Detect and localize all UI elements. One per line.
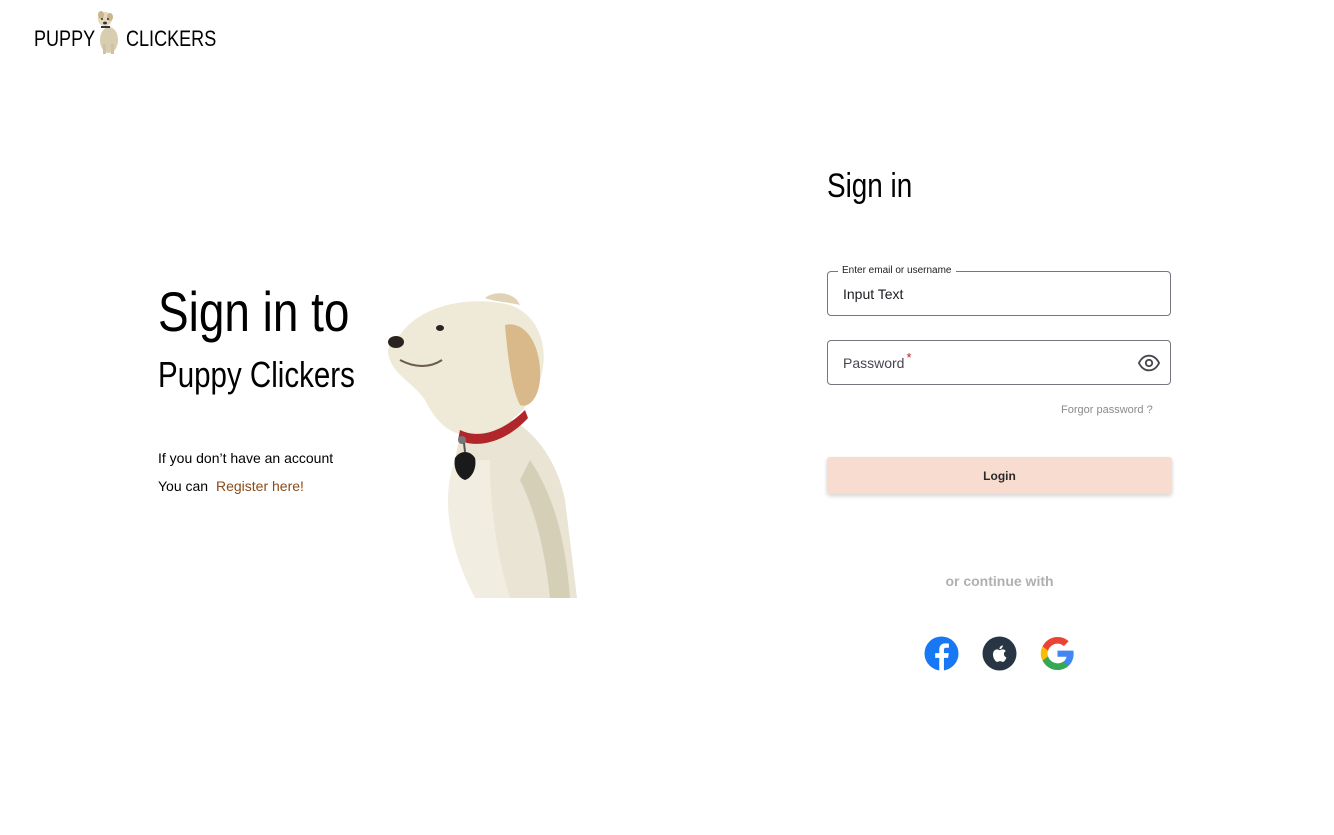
email-field-label: Enter email or username — [838, 265, 956, 277]
email-field[interactable]: Enter email or username Input Text — [827, 265, 1171, 316]
logo[interactable]: PUPPY CLICKERS — [34, 8, 226, 54]
facebook-icon[interactable] — [924, 636, 959, 671]
logo-word-puppy: PUPPY — [34, 26, 96, 51]
golden-retriever-puppy-image — [388, 293, 577, 598]
required-marker: * — [906, 350, 912, 365]
hero-subtitle: Puppy Clickers — [158, 354, 355, 395]
password-field-placeholder: Password * — [843, 350, 912, 373]
register-link[interactable]: Register here! — [216, 478, 304, 494]
form-title: Sign in — [827, 167, 913, 205]
password-placeholder-text: Password — [843, 355, 905, 371]
login-button[interactable]: Login — [827, 457, 1172, 494]
you-can-text: You can — [158, 478, 209, 494]
forgot-password-link[interactable]: Forgor password ? — [1061, 404, 1153, 416]
register-prompt: You can Register here! — [158, 477, 304, 495]
apple-icon[interactable] — [982, 636, 1017, 671]
hero-title: Sign in to — [158, 280, 350, 343]
google-icon[interactable] — [1040, 636, 1075, 671]
dog-icon — [98, 11, 118, 54]
logo-word-clickers: CLICKERS — [126, 26, 217, 51]
continue-with-text: or continue with — [945, 573, 1054, 589]
password-field[interactable]: Password * — [827, 340, 1171, 385]
email-field-value[interactable]: Input Text — [843, 285, 903, 303]
eye-icon[interactable] — [1138, 352, 1160, 374]
no-account-text: If you don’t have an account — [158, 450, 334, 466]
